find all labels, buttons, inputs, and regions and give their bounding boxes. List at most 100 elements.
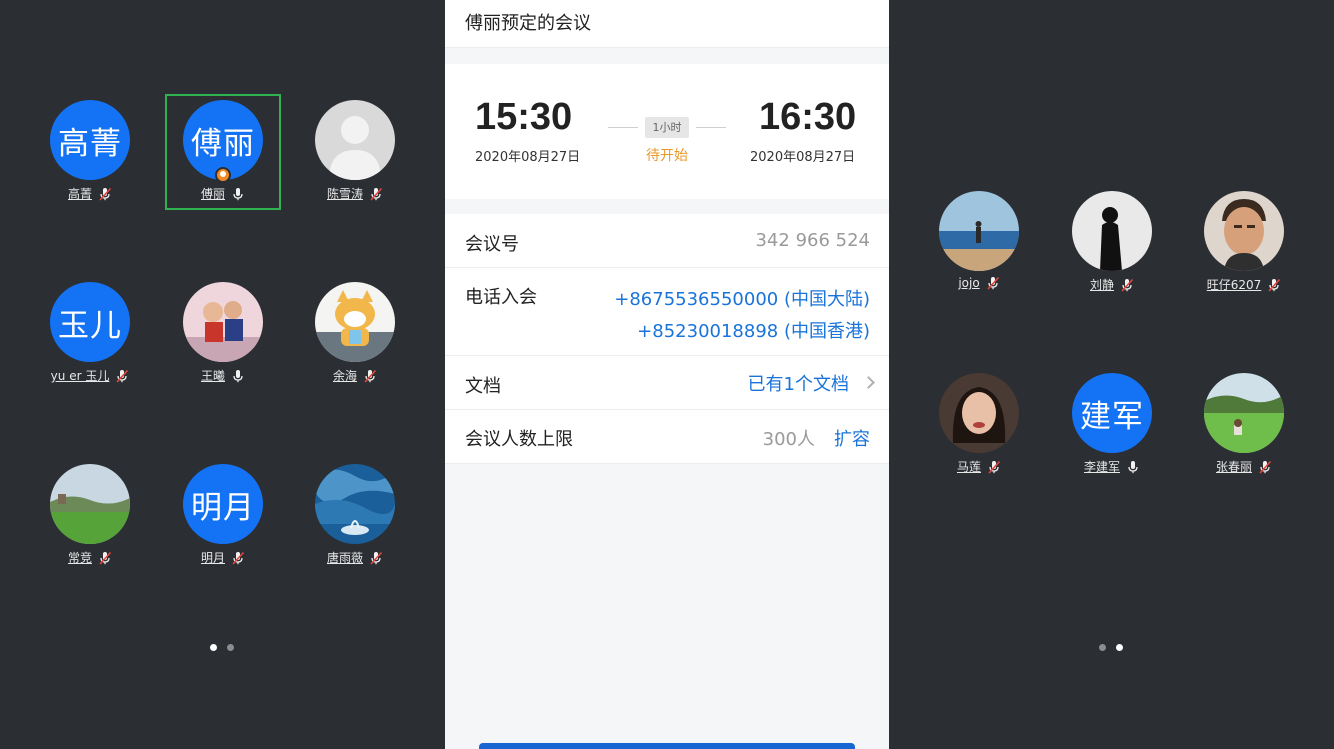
participant-name-row: 常竞 <box>24 549 156 566</box>
participant-name: 李建军 <box>1083 460 1120 474</box>
documents-value[interactable]: 已有1个文档 <box>748 370 849 396</box>
page-dot-2[interactable] <box>227 644 234 651</box>
participant-tile[interactable]: 唐雨薇 <box>289 458 421 590</box>
avatar: 玉儿 <box>50 282 130 362</box>
participant-name-row: 王曦 <box>157 367 289 384</box>
primary-action-button[interactable] <box>479 743 855 749</box>
mic-icon <box>231 369 245 383</box>
end-time: 16:30 <box>759 96 857 138</box>
avatar: 明月 <box>183 464 263 544</box>
participant-tile[interactable]: 刘静 <box>1046 185 1178 317</box>
participant-limit-label: 会议人数上限 <box>465 429 573 450</box>
avatar-photo <box>183 282 263 362</box>
documents-label: 文档 <box>465 376 501 397</box>
chevron-right-icon <box>862 376 875 389</box>
participant-tile[interactable]: 旺仔6207 <box>1178 185 1310 317</box>
participant-name: 明月 <box>200 551 225 565</box>
avatar-photo <box>315 282 395 362</box>
end-date: 2020年08月27日 <box>750 150 856 165</box>
avatar: 高菁 <box>50 100 130 180</box>
duration-line-right <box>696 127 726 128</box>
meeting-info-list: 会议号 342 966 524 电话入会 +8675536550000 (中国大… <box>445 214 889 464</box>
participant-name-row: 余海 <box>289 367 421 384</box>
avatar-photo <box>939 191 1019 271</box>
participant-name: 马莲 <box>956 460 981 474</box>
start-date: 2020年08月27日 <box>475 150 581 165</box>
avatar: 建军 <box>1072 373 1152 453</box>
avatar-photo <box>315 464 395 544</box>
participant-tile[interactable]: 常竞 <box>24 458 156 590</box>
left-participant-grid: 高菁 高菁 傅丽 傅丽 陈雪涛 玉儿 yu er 玉儿 王曦 余海 常竞 明月 明月 唐雨薇 <box>0 0 445 749</box>
participant-tile[interactable]: 张春丽 <box>1178 367 1310 499</box>
meeting-id-value[interactable]: 342 966 524 <box>755 230 870 251</box>
mic-muted-icon <box>363 369 377 383</box>
meeting-time-card: 15:30 2020年08月27日 1小时 待开始 16:30 2020年08月… <box>445 64 889 199</box>
avatar-photo <box>50 464 130 544</box>
meeting-id-label: 会议号 <box>465 234 519 255</box>
participant-name: yu er 玉儿 <box>50 369 110 383</box>
page-dot-2[interactable] <box>1116 644 1123 651</box>
phone-number-hongkong[interactable]: +85230018898 (中国香港) <box>637 317 870 343</box>
participant-name: jojo <box>958 276 980 290</box>
participant-name: 刘静 <box>1089 278 1114 292</box>
participant-name-row: 唐雨薇 <box>289 549 421 566</box>
participant-name: 高菁 <box>67 187 92 201</box>
phone-number-mainland[interactable]: +8675536550000 (中国大陆) <box>614 285 870 311</box>
avatar-photo <box>1204 191 1284 271</box>
mic-muted-icon <box>98 551 112 565</box>
avatar-photo <box>315 100 395 180</box>
participant-name: 唐雨薇 <box>326 551 363 565</box>
mic-muted-icon <box>369 187 383 201</box>
participant-name: 王曦 <box>200 369 225 383</box>
duration-line-left <box>608 127 638 128</box>
participant-tile[interactable]: 余海 <box>289 276 421 408</box>
participant-name-row: 陈雪涛 <box>289 185 421 202</box>
mic-muted-icon <box>1120 278 1134 292</box>
participant-name-row: 刘静 <box>1046 276 1178 293</box>
mic-muted-icon <box>98 187 112 201</box>
phone-join-label: 电话入会 <box>465 287 537 308</box>
participant-name-row: 明月 <box>157 549 289 566</box>
participant-tile[interactable]: 建军李建军 <box>1046 367 1178 499</box>
meeting-status: 待开始 <box>646 148 688 164</box>
page-indicator[interactable] <box>210 644 234 651</box>
page-dot-1[interactable] <box>210 644 217 651</box>
participant-name-row: 马莲 <box>913 458 1045 475</box>
participant-tile[interactable]: jojo <box>913 185 1045 317</box>
right-participant-grid: jojo 刘静 旺仔6207 马莲 建军 李建军 张春丽 <box>889 0 1334 749</box>
participant-tile[interactable]: 高菁 高菁 <box>24 94 156 226</box>
mic-muted-icon <box>987 460 1001 474</box>
participant-tile[interactable]: 明月 明月 <box>157 458 289 590</box>
participant-name: 旺仔6207 <box>1206 278 1262 292</box>
mic-muted-icon <box>1258 460 1272 474</box>
meeting-title: 傅丽预定的会议 <box>445 0 889 48</box>
mic-icon <box>1126 460 1140 474</box>
page-indicator[interactable] <box>1099 644 1123 651</box>
expand-capacity-link[interactable]: 扩容 <box>834 425 870 451</box>
participant-limit-value: 300人 <box>762 429 815 450</box>
avatar-photo <box>939 373 1019 453</box>
participant-tile[interactable]: 陈雪涛 <box>289 94 421 226</box>
mic-muted-icon <box>369 551 383 565</box>
page-dot-1[interactable] <box>1099 644 1106 651</box>
documents-row[interactable]: 文档 已有1个文档 <box>445 356 889 410</box>
meeting-id-row[interactable]: 会议号 342 966 524 <box>445 214 889 268</box>
participant-name: 陈雪涛 <box>326 187 363 201</box>
participant-name: 余海 <box>332 369 357 383</box>
participant-tile[interactable]: 王曦 <box>157 276 289 408</box>
start-time: 15:30 <box>475 96 573 138</box>
participant-name-row: 张春丽 <box>1178 458 1310 475</box>
selected-participant-frame <box>165 94 281 210</box>
participant-tile[interactable]: 玉儿 yu er 玉儿 <box>24 276 156 408</box>
participant-name-row: yu er 玉儿 <box>24 367 156 384</box>
phone-join-row: 电话入会 +8675536550000 (中国大陆) +85230018898 … <box>445 268 889 356</box>
mic-muted-icon <box>986 276 1000 290</box>
meeting-details-sheet: 傅丽预定的会议 15:30 2020年08月27日 1小时 待开始 16:30 … <box>445 0 889 749</box>
participant-name: 张春丽 <box>1215 460 1252 474</box>
participant-tile[interactable]: 马莲 <box>913 367 1045 499</box>
mic-muted-icon <box>1267 278 1281 292</box>
avatar-photo <box>1204 373 1284 453</box>
duration-badge: 1小时 <box>645 117 689 138</box>
participant-name-row: 旺仔6207 <box>1178 276 1310 293</box>
mic-muted-icon <box>115 369 129 383</box>
